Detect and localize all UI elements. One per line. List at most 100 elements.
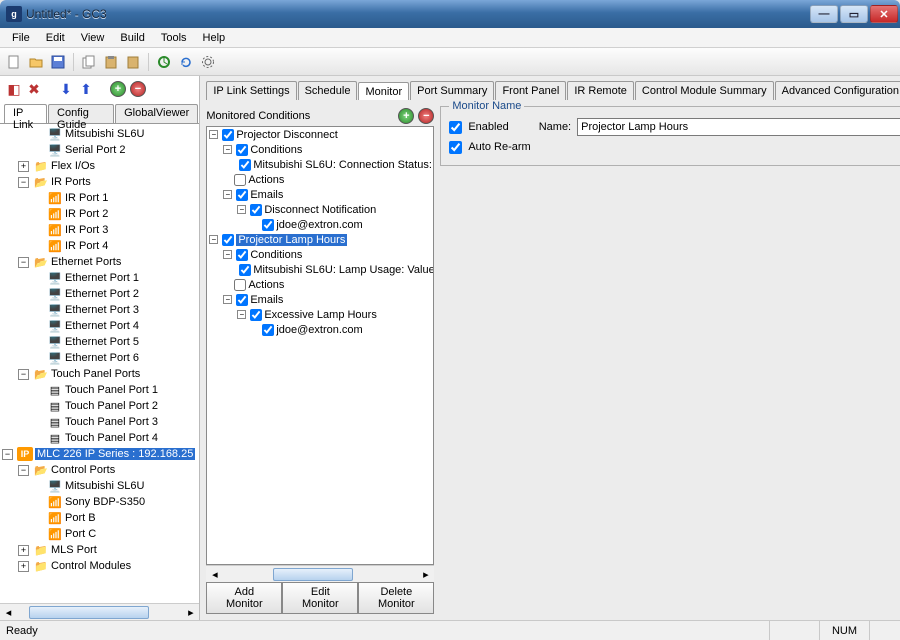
- tree-item[interactable]: 🖥️Ethernet Port 4: [34, 318, 199, 334]
- window-title: Untitled* - GC3: [26, 7, 810, 21]
- tree-item[interactable]: +📁MLS Port: [18, 542, 199, 558]
- toolbar: [0, 48, 900, 76]
- close-button[interactable]: ✕: [870, 5, 898, 23]
- tree-item[interactable]: 📶IR Port 4: [34, 238, 199, 254]
- tab-monitor[interactable]: Monitor: [358, 82, 409, 100]
- sidebar-scrollbar[interactable]: ◂ ▸: [0, 603, 199, 620]
- tab-front-panel[interactable]: Front Panel: [495, 81, 566, 100]
- build-icon[interactable]: [154, 52, 174, 72]
- tree-item[interactable]: ▤Touch Panel Port 2: [34, 398, 199, 414]
- minimize-button[interactable]: —: [810, 5, 838, 23]
- new-icon[interactable]: [4, 52, 24, 72]
- open-icon[interactable]: [26, 52, 46, 72]
- tab-globalviewer[interactable]: GlobalViewer: [115, 104, 198, 123]
- tab-cm-summary[interactable]: Control Module Summary: [635, 81, 774, 100]
- remove-condition-icon[interactable]: −: [418, 108, 434, 124]
- sidebar: ◧ ✖ ⬇ ⬆ + − IP Link Config Guide GlobalV…: [0, 76, 200, 620]
- name-field[interactable]: [577, 118, 900, 136]
- enabled-checkbox[interactable]: [449, 121, 462, 134]
- copy-icon[interactable]: [79, 52, 99, 72]
- mon-node[interactable]: Actions: [223, 172, 433, 187]
- refresh-icon[interactable]: [176, 52, 196, 72]
- mon-scrollbar[interactable]: ◂ ▸: [206, 565, 434, 582]
- sidebar-add-icon[interactable]: +: [110, 81, 126, 97]
- tree-item[interactable]: +📁Control Modules: [18, 558, 199, 574]
- sidebar-toolbar: ◧ ✖ ⬇ ⬆ + −: [0, 76, 199, 102]
- tree-item[interactable]: ▤Touch Panel Port 4: [34, 430, 199, 446]
- tree-item[interactable]: 🖥️Mitsubishi SL6U: [34, 126, 199, 142]
- tree-item[interactable]: −📂Ethernet Ports: [18, 254, 199, 270]
- save-icon[interactable]: [48, 52, 68, 72]
- device-tree[interactable]: 🖥️Mitsubishi SL6U 🖥️Serial Port 2 +📁Flex…: [0, 124, 199, 603]
- mon-node[interactable]: jdoe@extron.com: [251, 322, 433, 337]
- tab-ir-remote[interactable]: IR Remote: [567, 81, 634, 100]
- sidebar-tabs: IP Link Config Guide GlobalViewer: [0, 102, 199, 124]
- tree-item[interactable]: −📂Touch Panel Ports: [18, 366, 199, 382]
- menu-build[interactable]: Build: [112, 30, 152, 46]
- right-tabs: IP Link Settings Schedule Monitor Port S…: [200, 76, 900, 100]
- tree-item[interactable]: 📶Sony BDP-S350: [34, 494, 199, 510]
- monitored-column: Monitored Conditions + − −Projector Disc…: [206, 106, 434, 614]
- tree-item[interactable]: 📶Port B: [34, 510, 199, 526]
- mon-node[interactable]: −Conditions: [223, 247, 433, 262]
- mon-node[interactable]: −Disconnect Notification: [237, 202, 433, 217]
- tree-item[interactable]: 🖥️Ethernet Port 3: [34, 302, 199, 318]
- tree-item[interactable]: 🖥️Ethernet Port 6: [34, 350, 199, 366]
- tree-item[interactable]: −📂Control Ports: [18, 462, 199, 478]
- delete-device-icon[interactable]: ✖: [26, 81, 42, 97]
- up-icon[interactable]: ⬆: [78, 81, 94, 97]
- down-icon[interactable]: ⬇: [58, 81, 74, 97]
- maximize-button[interactable]: ▭: [840, 5, 868, 23]
- monitored-conditions-label: Monitored Conditions: [206, 110, 310, 122]
- tree-item[interactable]: 📶IR Port 1: [34, 190, 199, 206]
- tree-item[interactable]: 🖥️Serial Port 2: [34, 142, 199, 158]
- delete-monitor-button[interactable]: Delete Monitor: [358, 582, 434, 614]
- tree-item[interactable]: 🖥️Ethernet Port 5: [34, 334, 199, 350]
- menu-file[interactable]: File: [4, 30, 38, 46]
- tree-item[interactable]: 🖥️Ethernet Port 1: [34, 270, 199, 286]
- tree-item[interactable]: +📁Flex I/Os: [18, 158, 199, 174]
- mon-node-selected[interactable]: −Projector Lamp Hours: [209, 232, 433, 247]
- tree-item[interactable]: 🖥️Ethernet Port 2: [34, 286, 199, 302]
- monitored-tree[interactable]: −Projector Disconnect −Conditions Mitsub…: [206, 126, 434, 565]
- tab-ip-link-settings[interactable]: IP Link Settings: [206, 81, 296, 100]
- auto-rearm-checkbox[interactable]: [449, 141, 462, 154]
- tab-config-guide[interactable]: Config Guide: [48, 104, 114, 123]
- menu-tools[interactable]: Tools: [153, 30, 195, 46]
- mon-node[interactable]: −Excessive Lamp Hours: [237, 307, 433, 322]
- tree-item-selected[interactable]: −IPMLC 226 IP Series : 192.168.25: [2, 446, 199, 462]
- tree-item[interactable]: ▤Touch Panel Port 3: [34, 414, 199, 430]
- mon-node[interactable]: −Conditions: [223, 142, 433, 157]
- duplicate-icon[interactable]: [123, 52, 143, 72]
- device-icon[interactable]: ◧: [6, 81, 22, 97]
- tab-port-summary[interactable]: Port Summary: [410, 81, 494, 100]
- name-label: Name:: [539, 121, 571, 133]
- menubar: File Edit View Build Tools Help: [0, 28, 900, 48]
- tree-item[interactable]: ▤Touch Panel Port 1: [34, 382, 199, 398]
- mon-node[interactable]: Mitsubishi SL6U: Lamp Usage: Value: [237, 262, 433, 277]
- tab-adv-config[interactable]: Advanced Configuration: [775, 81, 900, 100]
- monitor-name-panel: Monitor Name Enabled Name: Auto Re-arm: [440, 106, 900, 614]
- mon-node[interactable]: −Emails: [223, 292, 433, 307]
- sidebar-remove-icon[interactable]: −: [130, 81, 146, 97]
- tree-item[interactable]: 📶IR Port 3: [34, 222, 199, 238]
- menu-view[interactable]: View: [73, 30, 113, 46]
- mon-node[interactable]: −Emails: [223, 187, 433, 202]
- menu-edit[interactable]: Edit: [38, 30, 73, 46]
- tab-ip-link[interactable]: IP Link: [4, 104, 47, 123]
- mon-node[interactable]: Actions: [223, 277, 433, 292]
- paste-icon[interactable]: [101, 52, 121, 72]
- edit-monitor-button[interactable]: Edit Monitor: [282, 582, 358, 614]
- add-condition-icon[interactable]: +: [398, 108, 414, 124]
- tree-item[interactable]: −📂IR Ports: [18, 174, 199, 190]
- mon-node[interactable]: jdoe@extron.com: [251, 217, 433, 232]
- tree-item[interactable]: 🖥️Mitsubishi SL6U: [34, 478, 199, 494]
- tab-schedule[interactable]: Schedule: [298, 81, 358, 100]
- mon-node[interactable]: Mitsubishi SL6U: Connection Status: Disc…: [237, 157, 433, 172]
- mon-node[interactable]: −Projector Disconnect: [209, 127, 433, 142]
- menu-help[interactable]: Help: [195, 30, 234, 46]
- tree-item[interactable]: 📶IR Port 2: [34, 206, 199, 222]
- tree-item[interactable]: 📶Port C: [34, 526, 199, 542]
- gear-icon[interactable]: [198, 52, 218, 72]
- add-monitor-button[interactable]: Add Monitor: [206, 582, 282, 614]
